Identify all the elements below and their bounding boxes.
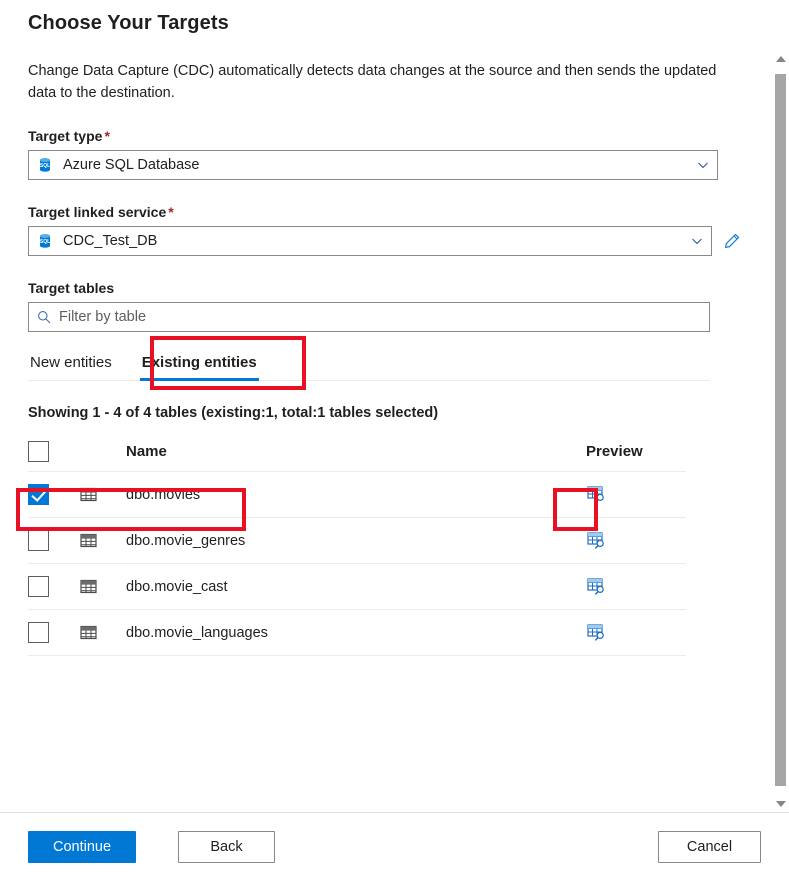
showing-summary-text: Showing 1 - 4 of 4 tables (existing:1, t… — [28, 405, 439, 421]
row-icon-cell — [80, 518, 126, 564]
filter-placeholder-text: Filter by table — [59, 309, 147, 325]
table-header-row: Name Preview — [28, 441, 686, 472]
scroll-down-arrow-icon[interactable] — [772, 795, 789, 812]
table-name-text: dbo.movies — [126, 486, 201, 503]
row-name-cell: dbo.movie_cast — [126, 564, 586, 610]
row-checkbox[interactable] — [28, 576, 49, 597]
row-name-cell: dbo.movies — [126, 472, 586, 518]
row-checkbox[interactable] — [28, 530, 49, 551]
row-checkbox[interactable] — [28, 622, 49, 643]
preview-header-text: Preview — [586, 442, 643, 460]
table-grid-icon — [80, 533, 97, 548]
target-linked-service-label-text: Target linked service — [28, 204, 167, 220]
azure-sql-database-icon: SQL — [40, 158, 50, 172]
entities-tablist: New entities Existing entities — [28, 350, 710, 381]
target-type-value: Azure SQL Database — [63, 157, 200, 173]
table-row[interactable]: dbo.movies — [28, 471, 686, 518]
table-grid-icon — [80, 487, 97, 502]
page-description: Change Data Capture (CDC) automatically … — [28, 63, 717, 101]
icon-header — [80, 441, 126, 472]
table-preview-icon[interactable] — [586, 531, 606, 551]
filter-by-table-input[interactable]: Filter by table — [28, 302, 710, 332]
target-linked-service-row: SQL CDC_Test_DB — [28, 226, 741, 256]
table-row[interactable]: dbo.movie_genres — [28, 517, 686, 564]
row-select-cell — [28, 610, 80, 656]
row-select-cell — [28, 518, 80, 564]
name-header-text: Name — [126, 442, 167, 460]
target-linked-service-value: CDC_Test_DB — [63, 233, 158, 249]
scroll-down-triangle — [775, 800, 786, 807]
svg-text:SQL: SQL — [40, 163, 50, 169]
select-all-header — [28, 441, 80, 472]
target-linked-service-dropdown[interactable]: SQL CDC_Test_DB — [28, 226, 712, 256]
cdc-choose-targets-dialog: Choose Your Targets Change Data Capture … — [0, 0, 789, 879]
select-all-checkbox[interactable] — [28, 441, 49, 462]
table-name-text: dbo.movie_genres — [126, 532, 246, 549]
row-name-cell: dbo.movie_languages — [126, 610, 586, 656]
cancel-button[interactable]: Cancel — [658, 831, 761, 863]
required-asterisk: * — [104, 128, 110, 144]
table-grid-icon — [80, 625, 97, 640]
target-type-row: SQL Azure SQL Database — [28, 150, 741, 180]
table-preview-icon[interactable] — [586, 485, 606, 505]
target-type-label-text: Target type — [28, 128, 103, 144]
chevron-down-icon — [698, 162, 708, 169]
scroll-up-triangle — [775, 55, 786, 62]
chevron-down-icon — [692, 238, 702, 245]
name-header: Name — [126, 441, 586, 472]
scroll-up-arrow-icon[interactable] — [772, 50, 789, 67]
dialog-footer: Continue Back Cancel — [0, 812, 789, 879]
target-linked-service-label: Target linked service * — [28, 180, 741, 226]
target-tables-label: Target tables — [28, 280, 115, 296]
tab-existing-entities[interactable]: Existing entities — [139, 350, 259, 381]
table-name-text: dbo.movie_languages — [126, 624, 268, 641]
table-row[interactable]: dbo.movie_languages — [28, 609, 686, 656]
row-preview-cell — [586, 472, 686, 518]
scrollbar-thumb[interactable] — [775, 74, 786, 786]
back-button[interactable]: Back — [178, 831, 275, 863]
search-icon — [38, 311, 51, 324]
vertical-scrollbar[interactable] — [772, 50, 789, 812]
table-preview-icon[interactable] — [586, 577, 606, 597]
pencil-icon[interactable] — [722, 232, 741, 251]
table-row[interactable]: dbo.movie_cast — [28, 563, 686, 610]
azure-sql-database-icon: SQL — [40, 234, 50, 248]
tab-new-entities[interactable]: New entities — [28, 350, 114, 380]
row-name-cell: dbo.movie_genres — [126, 518, 586, 564]
row-preview-cell — [586, 610, 686, 656]
svg-text:SQL: SQL — [40, 239, 50, 245]
row-icon-cell — [80, 610, 126, 656]
row-select-cell — [28, 472, 80, 518]
continue-button[interactable]: Continue — [28, 831, 136, 863]
table-body: dbo.movies dbo.movie_genres dbo.movie_ca… — [28, 471, 686, 656]
table-grid-icon — [80, 579, 97, 594]
table-name-text: dbo.movie_cast — [126, 578, 228, 595]
row-icon-cell — [80, 564, 126, 610]
table-preview-icon[interactable] — [586, 623, 606, 643]
target-type-dropdown[interactable]: SQL Azure SQL Database — [28, 150, 718, 180]
row-preview-cell — [586, 564, 686, 610]
required-asterisk: * — [168, 204, 174, 220]
row-icon-cell — [80, 472, 126, 518]
scrollable-content-area: Choose Your Targets Change Data Capture … — [0, 0, 769, 812]
row-select-cell — [28, 564, 80, 610]
target-tables-table: Name Preview dbo.movies dbo.movie_genres… — [28, 441, 686, 656]
row-checkbox[interactable] — [28, 484, 49, 505]
row-preview-cell — [586, 518, 686, 564]
page-title: Choose Your Targets — [28, 12, 229, 34]
target-type-label: Target type * — [28, 104, 741, 150]
preview-header: Preview — [586, 441, 686, 472]
